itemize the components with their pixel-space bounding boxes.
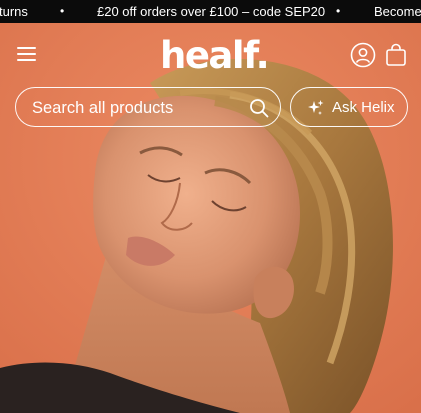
hero-image [0,23,421,413]
announcement-bar: turns • £20 off orders over £100 – code … [0,0,421,23]
hamburger-menu-icon [17,47,36,49]
ask-helix-label: Ask Helix [332,99,395,116]
user-account-icon [350,42,376,68]
announcement-separator: • [336,4,341,18]
announcement-right-fragment[interactable]: Become [374,4,421,19]
announcement-separator: • [60,4,65,18]
sparkle-icon [308,100,324,115]
shopping-bag-icon [386,43,406,66]
ask-helix-button[interactable]: Ask Helix [290,87,408,127]
menu-button[interactable] [14,43,40,65]
announcement-left-fragment: turns [0,4,28,19]
logo[interactable]: healf. [160,34,270,78]
search-placeholder: Search all products [32,99,174,117]
search-icon[interactable] [248,97,270,119]
account-button[interactable] [350,42,376,68]
shopping-bag-button[interactable] [385,43,407,67]
search-input[interactable]: Search all products [15,87,281,127]
announcement-promo[interactable]: £20 off orders over £100 – code SEP20 [97,4,325,19]
